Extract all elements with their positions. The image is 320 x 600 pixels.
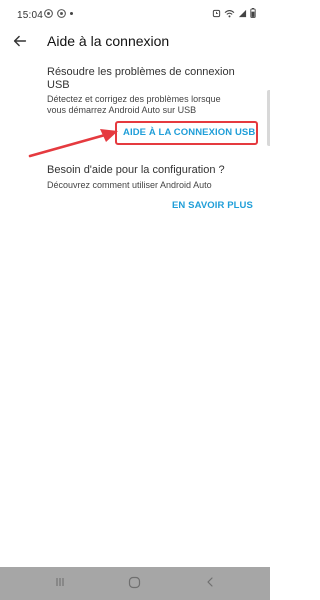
app-bar: Aide à la connexion <box>0 30 270 54</box>
scroll-indicator[interactable] <box>267 90 270 146</box>
system-status-icons <box>212 8 256 18</box>
learn-more-button[interactable]: EN SAVOIR PLUS <box>172 200 253 211</box>
alarm-icon <box>212 9 221 17</box>
page-title: Aide à la connexion <box>47 33 170 49</box>
wifi-icon <box>224 9 235 17</box>
chrome-icon <box>44 9 53 18</box>
usb-section-description: Détectez et corrigez des problèmes lorsq… <box>47 94 221 115</box>
battery-icon <box>250 8 256 18</box>
notification-icons <box>44 9 73 18</box>
usb-connection-help-button[interactable]: AIDE À LA CONNEXION USB <box>123 127 255 138</box>
signal-icon <box>238 9 247 17</box>
chrome-icon <box>57 9 66 18</box>
status-bar: 15:04 <box>0 0 270 32</box>
dot-icon <box>70 12 73 15</box>
home-icon[interactable] <box>128 576 141 589</box>
navigation-bar <box>0 567 270 600</box>
config-section-description: Découvrez comment utiliser Android Auto <box>47 180 212 190</box>
recent-apps-icon[interactable] <box>54 576 66 588</box>
status-time: 15:04 <box>17 10 44 21</box>
annotation-arrow-icon <box>28 129 118 158</box>
config-section-title: Besoin d'aide pour la configuration ? <box>47 164 225 176</box>
back-arrow-icon[interactable] <box>11 32 29 50</box>
usb-section-title: Résoudre les problèmes de connexion USB <box>47 66 235 91</box>
nav-back-icon[interactable] <box>204 576 216 588</box>
